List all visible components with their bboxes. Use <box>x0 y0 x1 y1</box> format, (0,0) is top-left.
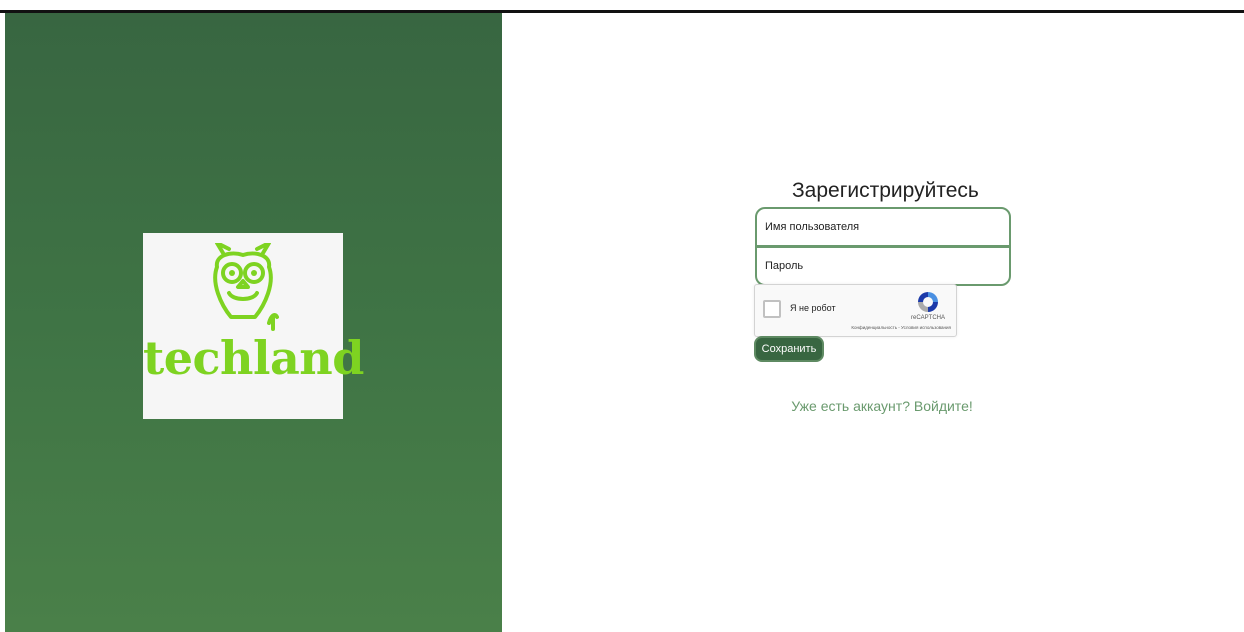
username-input[interactable] <box>757 209 1009 245</box>
recaptcha-logo-icon <box>918 292 938 312</box>
brand-panel: techland <box>5 13 502 632</box>
logo-card: techland <box>143 233 364 419</box>
logo-text: techland <box>143 331 364 385</box>
credentials-group <box>755 207 1011 286</box>
recaptcha-checkbox[interactable] <box>763 300 781 318</box>
top-border <box>0 0 1244 13</box>
recaptcha-brand: reCAPTCHA <box>910 315 945 321</box>
recaptcha-widget: Я не робот reCAPTCHA Конфиденциальность … <box>754 284 957 337</box>
recaptcha-label: Я не робот <box>790 303 836 313</box>
recaptcha-links[interactable]: Конфиденциальность - Условия использован… <box>825 325 951 330</box>
form-panel: Зарегистрируйтесь Я не робот reCAPTCHA К… <box>502 13 1244 632</box>
owl-icon <box>213 243 279 331</box>
password-input[interactable] <box>757 248 1009 284</box>
save-button[interactable]: Сохранить <box>754 336 824 362</box>
login-link[interactable]: Уже есть аккаунт? Войдите! <box>752 398 1012 414</box>
form-title: Зарегистрируйтесь <box>792 179 979 202</box>
